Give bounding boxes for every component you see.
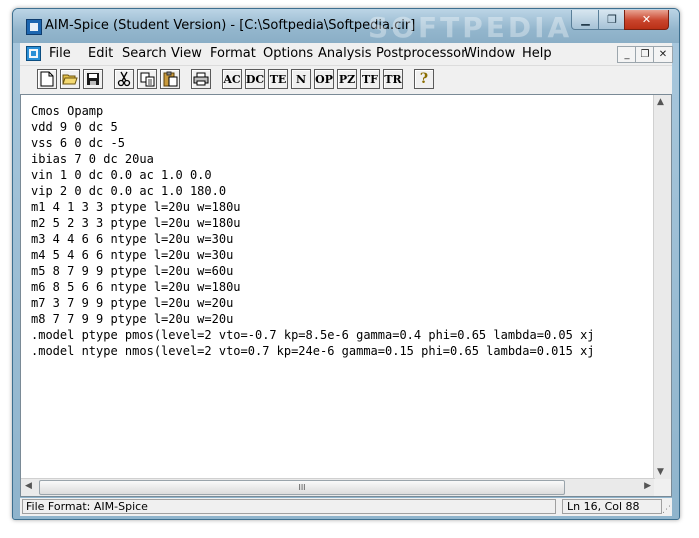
copy-icon	[140, 72, 154, 86]
minimize-button[interactable]: ▁	[571, 10, 600, 30]
editor-text[interactable]: Cmos Opamp vdd 9 0 dc 5 vss 6 0 dc -5 ibias…	[31, 103, 651, 473]
title-bar[interactable]: AIM-Spice (Student Version) - [C:\Softpe…	[13, 9, 679, 44]
cursor-position-status: Ln 16, Col 88	[562, 499, 662, 514]
watermark-logo: SOFTPEDIA	[368, 11, 573, 44]
editor-line: .model ptype pmos(level=2 vto=-0.7 kp=8.…	[31, 328, 595, 342]
mdi-close-button[interactable]: ✕	[653, 46, 673, 63]
status-bar: File Format: AIM-Spice Ln 16, Col 88 ⋰	[20, 498, 672, 516]
menu-options[interactable]: Options	[263, 46, 313, 61]
editor-line: vdd 9 0 dc 5	[31, 120, 118, 134]
maximize-button[interactable]: ❐	[598, 10, 626, 30]
scroll-up-arrow-icon[interactable]: ▲	[657, 97, 664, 107]
netlist-editor[interactable]: Cmos Opamp vdd 9 0 dc 5 vss 6 0 dc -5 ibias…	[20, 94, 672, 497]
paste-button[interactable]	[160, 69, 180, 89]
menu-view[interactable]: View	[171, 46, 202, 61]
horizontal-scroll-thumb[interactable]: III	[39, 480, 565, 495]
tf-analysis-button[interactable]: TF	[360, 69, 380, 89]
editor-line: m4 5 4 6 6 ntype l=20u w=30u	[31, 248, 234, 262]
mdi-restore-button[interactable]: ❐	[635, 46, 655, 63]
menu-window[interactable]: Window	[464, 46, 515, 61]
noise-analysis-button[interactable]: N	[291, 69, 311, 89]
new-file-icon	[40, 71, 54, 87]
menu-analysis[interactable]: Analysis	[318, 46, 372, 61]
scissors-icon	[117, 71, 131, 87]
new-file-button[interactable]	[37, 69, 57, 89]
copy-button[interactable]	[137, 69, 157, 89]
editor-line: m5 8 7 9 9 ptype l=20u w=60u	[31, 264, 234, 278]
menu-file[interactable]: File	[49, 46, 71, 61]
floppy-disk-icon	[87, 73, 99, 85]
editor-line: m2 5 2 3 3 ptype l=20u w=180u	[31, 216, 241, 230]
save-button[interactable]	[83, 69, 103, 89]
editor-line: vip 2 0 dc 0.0 ac 1.0 180.0	[31, 184, 227, 198]
editor-line: m6 8 5 6 6 ntype l=20u w=180u	[31, 280, 241, 294]
vertical-scrollbar[interactable]: ▲ ▼	[653, 95, 671, 479]
menu-search[interactable]: Search	[122, 46, 167, 61]
resize-grip-icon[interactable]: ⋰	[662, 505, 671, 515]
scroll-right-arrow-icon[interactable]: ▶	[644, 481, 651, 491]
editor-line: m1 4 1 3 3 ptype l=20u w=180u	[31, 200, 241, 214]
scroll-down-arrow-icon[interactable]: ▼	[657, 467, 664, 477]
editor-line: m8 7 7 9 9 ptype l=20u w=20u	[31, 312, 234, 326]
app-window: AIM-Spice (Student Version) - [C:\Softpe…	[12, 8, 680, 520]
ac-analysis-button[interactable]: AC	[222, 69, 242, 89]
window-title: AIM-Spice (Student Version) - [C:\Softpe…	[45, 18, 416, 33]
horizontal-scrollbar[interactable]: ◀ III ▶	[21, 478, 655, 496]
file-format-status: File Format: AIM-Spice	[22, 499, 556, 514]
toolbar: AC DC TE N OP PZ TF TR ?	[20, 65, 672, 94]
dc-analysis-button[interactable]: DC	[245, 69, 265, 89]
menu-edit[interactable]: Edit	[88, 46, 113, 61]
transient-analysis-button[interactable]: TE	[268, 69, 288, 89]
menu-format[interactable]: Format	[210, 46, 256, 61]
app-icon[interactable]	[26, 19, 42, 35]
op-analysis-button[interactable]: OP	[314, 69, 334, 89]
open-folder-icon	[62, 74, 78, 85]
menu-help[interactable]: Help	[522, 46, 552, 61]
editor-line: m7 3 7 9 9 ptype l=20u w=20u	[31, 296, 234, 310]
open-file-button[interactable]	[60, 69, 80, 89]
scrollbar-corner	[654, 479, 671, 496]
help-button[interactable]: ?	[414, 69, 434, 89]
close-button[interactable]: ✕	[624, 10, 669, 30]
document-icon[interactable]	[26, 46, 41, 61]
editor-line: ibias 7 0 dc 20ua	[31, 152, 154, 166]
editor-line: m3 4 4 6 6 ntype l=20u w=30u	[31, 232, 234, 246]
clipboard-icon	[163, 71, 177, 87]
pz-analysis-button[interactable]: PZ	[337, 69, 357, 89]
menu-bar: File Edit Search View Format Options Ana…	[20, 43, 673, 65]
cut-button[interactable]	[114, 69, 134, 89]
menu-postprocessor[interactable]: Postprocessor	[376, 46, 466, 61]
tr-analysis-button[interactable]: TR	[383, 69, 403, 89]
editor-line: Cmos Opamp	[31, 104, 104, 118]
editor-line: .model ntype nmos(level=2 vto=0.7 kp=24e…	[31, 344, 595, 358]
editor-line: vss 6 0 dc -5	[31, 136, 125, 150]
mdi-minimize-button[interactable]: _	[617, 46, 637, 63]
scroll-left-arrow-icon[interactable]: ◀	[25, 481, 32, 491]
print-button[interactable]	[191, 69, 211, 89]
printer-icon	[193, 72, 209, 86]
editor-line: vin 1 0 dc 0.0 ac 1.0 0.0	[31, 168, 212, 182]
